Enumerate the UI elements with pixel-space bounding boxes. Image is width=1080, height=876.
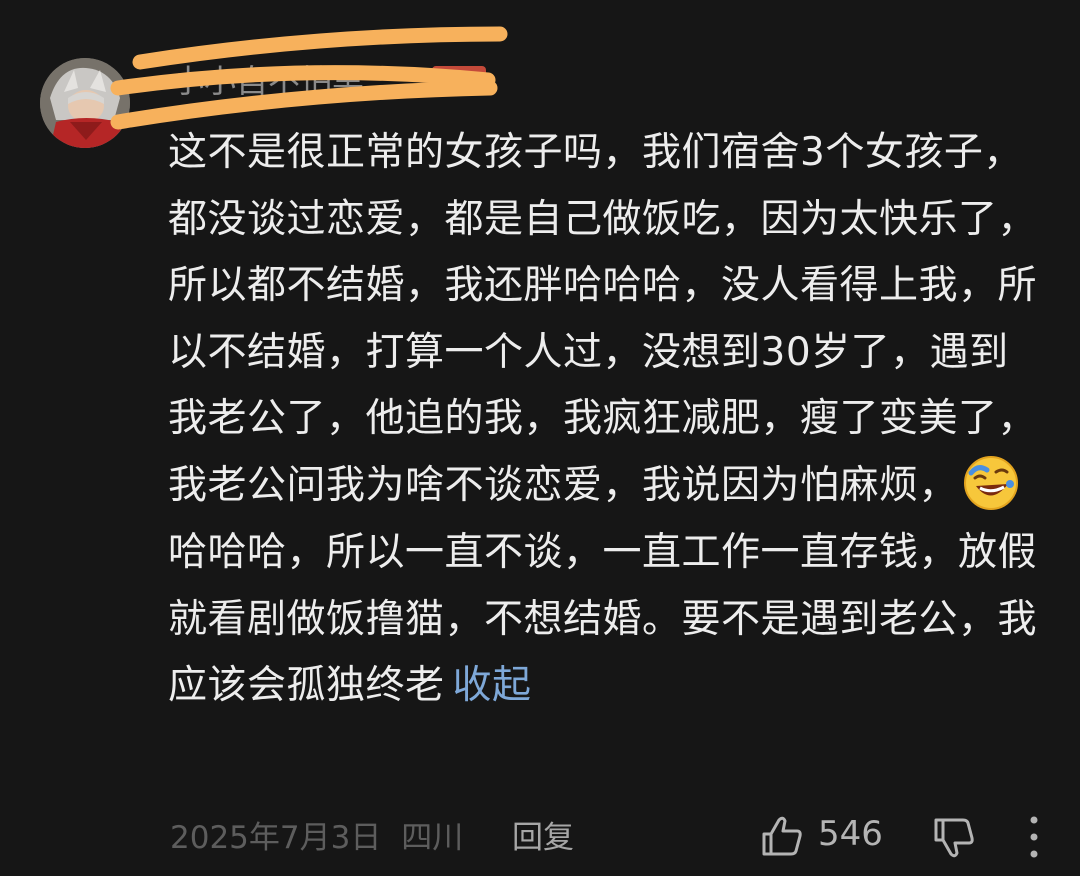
username[interactable]: 小小自不怕黑 (172, 56, 364, 102)
reply-button[interactable]: 回复 (512, 812, 574, 857)
user-avatar[interactable] (40, 58, 130, 148)
collapse-link[interactable]: 收起 (453, 663, 532, 708)
comment-card: 小小自不怕黑 这不是很正常的女孩子吗，我们宿舍3个女孩子，都没谈过恋爱，都是自己… (0, 0, 1080, 876)
like-count: 546 (818, 814, 883, 854)
comment-text-part-2: 哈哈哈，所以一直不谈，一直工作一直存钱，放假就看剧做饭撸猫，不想结婚。要不是遇到… (168, 530, 1038, 708)
thumbs-up-icon[interactable] (760, 814, 804, 858)
comment-location: 四川 (401, 820, 464, 856)
comment-text-part-1: 这不是很正常的女孩子吗，我们宿舍3个女孩子，都没谈过恋爱，都是自己做饭吃，因为太… (168, 130, 1038, 508)
avatar-image (40, 58, 130, 148)
comment-meta: 2025年7月3日 四川 (170, 812, 463, 857)
laughing-crying-emoji-icon (962, 454, 1020, 512)
user-level-badge (432, 66, 486, 88)
comment-text: 这不是很正常的女孩子吗，我们宿舍3个女孩子，都没谈过恋爱，都是自己做饭吃，因为太… (168, 120, 1048, 720)
thumbs-down-icon[interactable] (932, 816, 976, 860)
comment-date: 2025年7月3日 (170, 820, 382, 856)
more-options-icon[interactable] (1024, 814, 1044, 860)
